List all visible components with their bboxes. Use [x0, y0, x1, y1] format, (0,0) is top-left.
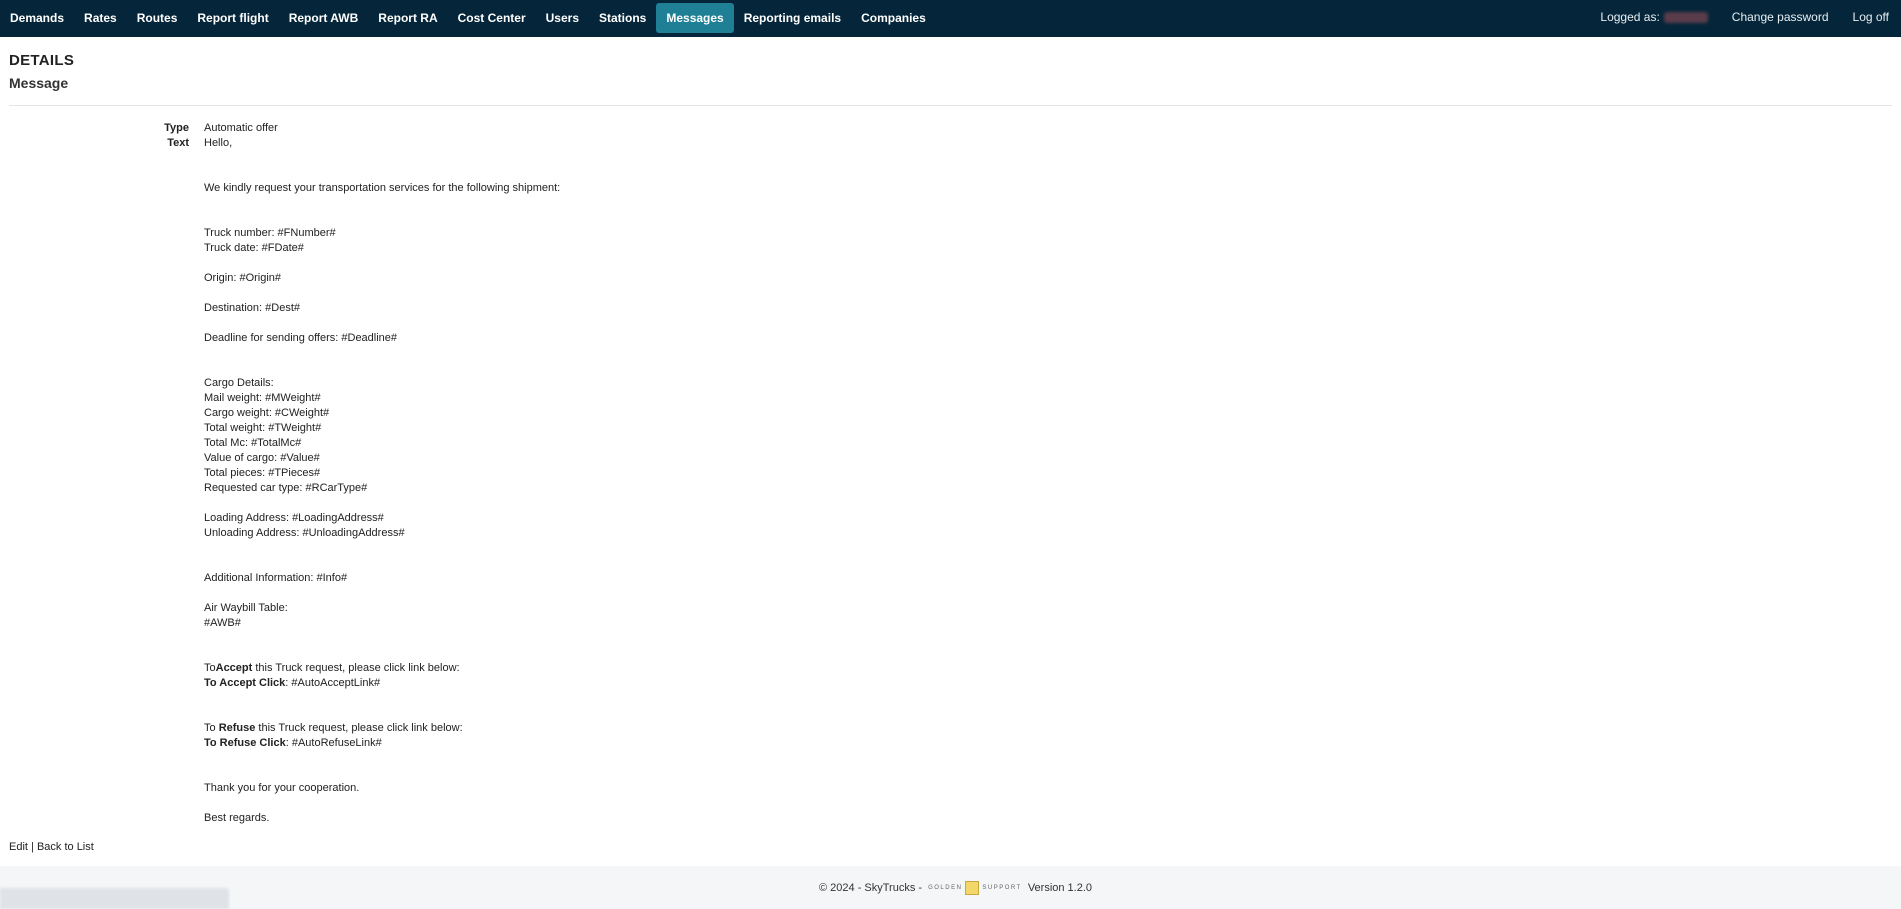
logo-mark-icon: [965, 881, 980, 895]
page-title: DETAILS: [9, 52, 75, 69]
edit-link[interactable]: Edit: [9, 841, 28, 853]
type-value: Automatic offer: [204, 122, 278, 134]
text-row: Text Hello, We kindly request your trans…: [0, 136, 904, 826]
msg-deadline: Deadline for sending offers: #Deadline#: [204, 332, 398, 344]
msg-refuse-click: To Refuse Click: #AutoRefuseLink#: [204, 736, 904, 751]
msg-cargo-details: Cargo Details:: [204, 377, 274, 389]
msg-regards: Best regards.: [204, 812, 270, 824]
logo-left-text: GOLDEN: [928, 885, 963, 891]
msg-additional-info: Additional Information: #Info#: [204, 572, 348, 584]
msg-truck-date: Truck date: #FDate#: [204, 242, 304, 254]
accept-to: To: [204, 662, 216, 674]
refuse-to: To: [204, 722, 219, 734]
msg-total-mc: Total Mc: #TotalMc#: [204, 437, 302, 449]
footer-copyright: © 2024 - SkyTrucks -: [819, 882, 923, 894]
refuse-rest: this Truck request, please click link be…: [255, 722, 463, 734]
msg-total-pieces: Total pieces: #TPieces#: [204, 467, 321, 479]
msg-unloading-address: Unloading Address: #UnloadingAddress#: [204, 527, 405, 539]
top-navbar: Demands Rates Routes Report flight Report AW…: [0, 0, 1901, 37]
msg-loading-address: Loading Address: #LoadingAddress#: [204, 512, 384, 524]
nav-item-companies[interactable]: Companies: [851, 3, 936, 33]
logo-right-text: SUPPORT: [982, 885, 1022, 891]
text-label: Text: [167, 137, 189, 149]
msg-request: We kindly request your transportation se…: [204, 182, 561, 194]
nav-item-stations[interactable]: Stations: [589, 3, 656, 33]
change-password-link[interactable]: Change password: [1720, 0, 1841, 36]
msg-accept-line: ToAccept this Truck request, please clic…: [204, 661, 904, 676]
username-redacted: [1663, 12, 1708, 24]
footer-content: © 2024 - SkyTrucks - GOLDEN SUPPORT Vers…: [819, 881, 1092, 895]
msg-destination: Destination: #Dest#: [204, 302, 300, 314]
logged-as: Logged as:: [1588, 0, 1719, 36]
refuse-click-label: To Refuse Click: [204, 737, 286, 749]
log-off-link[interactable]: Log off: [1841, 0, 1901, 36]
msg-thanks: Thank you for your cooperation.: [204, 782, 360, 794]
type-row: Type Automatic offer: [0, 121, 904, 136]
details-list: Type Automatic offer Text Hello, We kind…: [0, 121, 904, 826]
msg-origin: Origin: #Origin#: [204, 272, 282, 284]
logged-as-label: Logged as:: [1600, 10, 1660, 24]
nav-item-report-ra[interactable]: Report RA: [368, 3, 447, 33]
accept-click-value: : #AutoAcceptLink#: [285, 677, 381, 689]
message-text: Hello, We kindly request your transporta…: [204, 136, 904, 826]
nav-item-cost-center[interactable]: Cost Center: [448, 3, 536, 33]
accept-rest: this Truck request, please click link be…: [252, 662, 460, 674]
nav-item-users[interactable]: Users: [536, 3, 589, 33]
msg-refuse-line: To Refuse this Truck request, please cli…: [204, 721, 904, 736]
header-divider: [9, 105, 1892, 106]
nav-item-routes[interactable]: Routes: [127, 3, 188, 33]
msg-mail-weight: Mail weight: #MWeight#: [204, 392, 321, 404]
nav-item-report-flight[interactable]: Report flight: [187, 3, 278, 33]
refuse-word: Refuse: [218, 722, 256, 734]
nav-item-messages[interactable]: Messages: [656, 3, 734, 33]
accept-word: Accept: [215, 662, 253, 674]
msg-hello: Hello,: [204, 137, 233, 149]
back-to-list-link[interactable]: Back to List: [37, 841, 94, 853]
msg-total-weight: Total weight: #TWeight#: [204, 422, 322, 434]
status-url-bubble: [0, 888, 229, 909]
footer-version: Version 1.2.0: [1027, 882, 1093, 894]
golden-support-logo: GOLDEN SUPPORT: [928, 881, 1022, 895]
msg-cargo-weight: Cargo weight: #CWeight#: [204, 407, 330, 419]
nav-item-demands[interactable]: Demands: [0, 3, 74, 33]
type-label: Type: [164, 122, 189, 134]
msg-car-type: Requested car type: #RCarType#: [204, 482, 368, 494]
main-menu: Demands Rates Routes Report flight Report AW…: [0, 0, 936, 37]
accept-click-label: To Accept Click: [204, 677, 286, 689]
footer: © 2024 - SkyTrucks - GOLDEN SUPPORT Vers…: [0, 866, 1901, 909]
msg-accept-click: To Accept Click: #AutoAcceptLink#: [204, 676, 904, 691]
refuse-click-value: : #AutoRefuseLink#: [285, 737, 382, 749]
nav-item-reporting-emails[interactable]: Reporting emails: [734, 3, 851, 33]
msg-awb-table: Air Waybill Table:: [204, 602, 288, 614]
msg-value-of-cargo: Value of cargo: #Value#: [204, 452, 320, 464]
msg-truck-number: Truck number: #FNumber#: [204, 227, 336, 239]
detail-actions: Edit | Back to List: [9, 841, 94, 853]
nav-item-report-awb[interactable]: Report AWB: [279, 3, 369, 33]
nav-item-rates[interactable]: Rates: [74, 3, 127, 33]
actions-separator: |: [27, 841, 37, 853]
user-menu: Logged as: Change password Log off: [1588, 0, 1901, 37]
msg-awb: #AWB#: [204, 617, 241, 629]
page-subtitle: Message: [9, 75, 69, 91]
